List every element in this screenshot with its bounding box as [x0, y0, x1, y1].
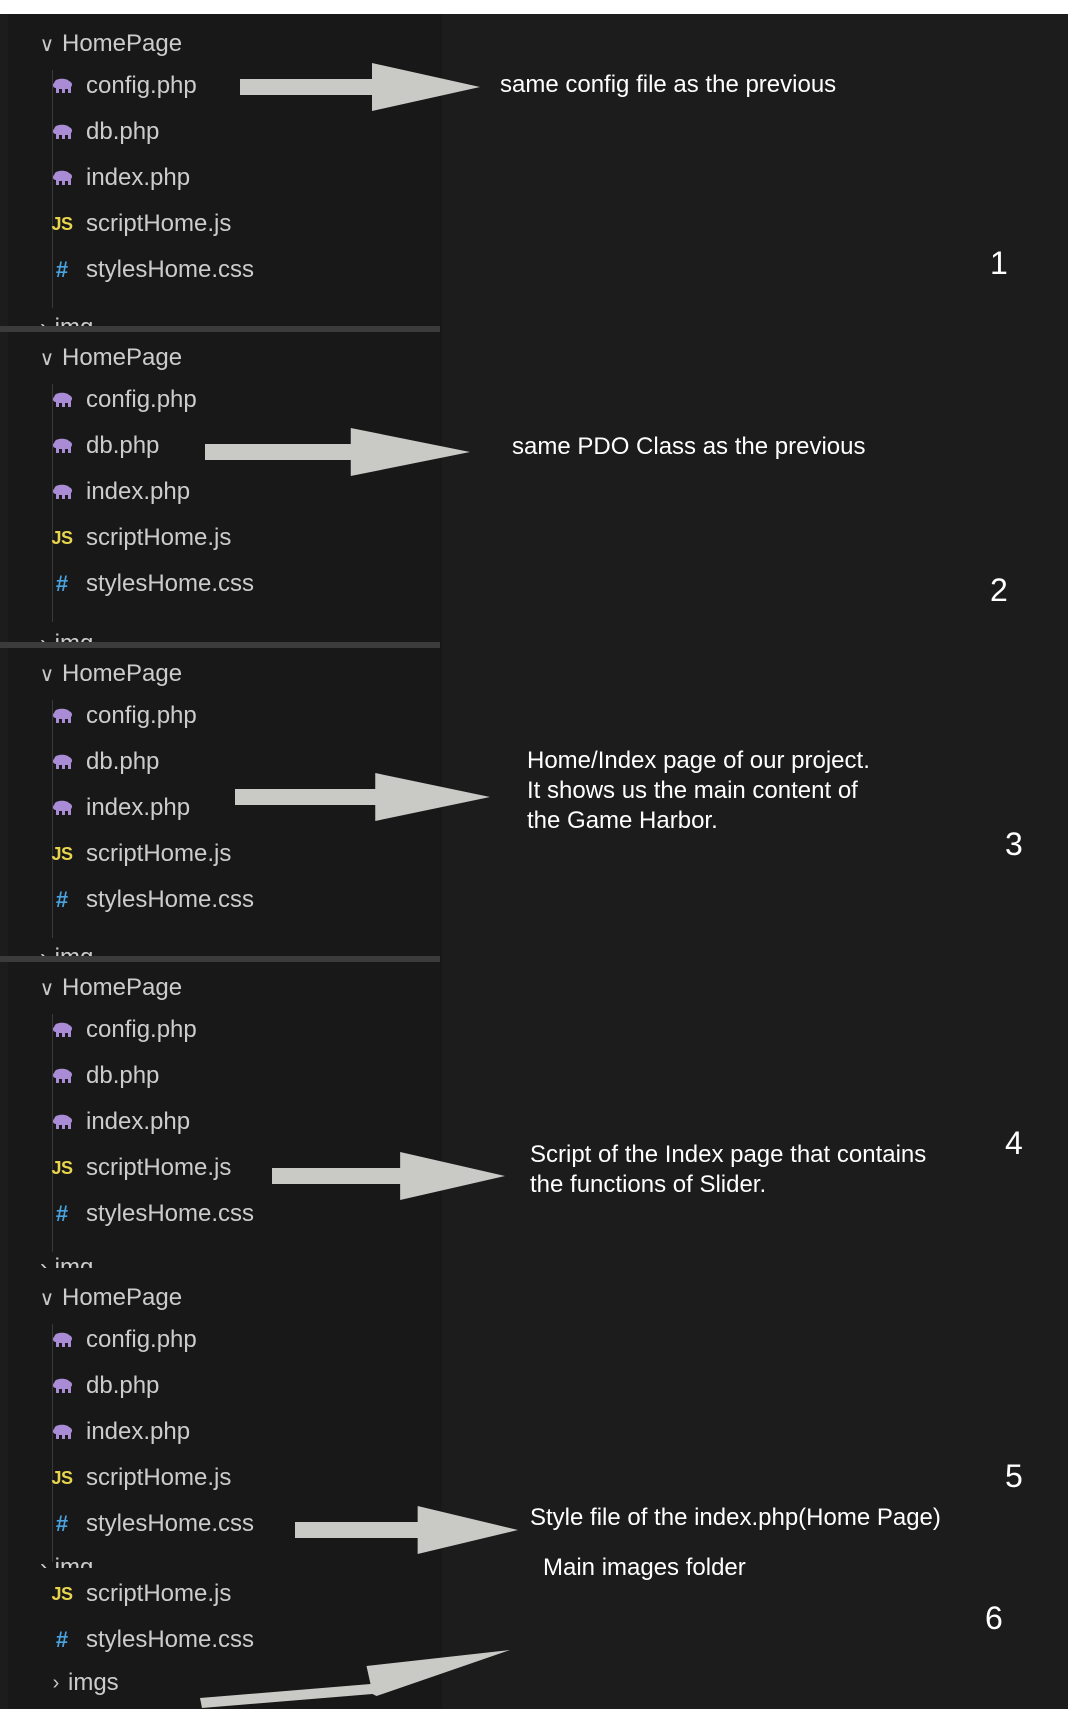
pointer-arrow	[240, 63, 480, 111]
pointer-arrow	[235, 773, 490, 821]
pointer-arrow	[205, 428, 470, 476]
tutorial-figure: ∨ HomePage config.php db.php index.php JS scri…	[0, 0, 1068, 1709]
pointer-arrow	[295, 1506, 518, 1554]
pointer-arrow	[272, 1152, 505, 1200]
pointer-arrow	[200, 1650, 510, 1708]
arrows-layer	[200, 63, 518, 1708]
